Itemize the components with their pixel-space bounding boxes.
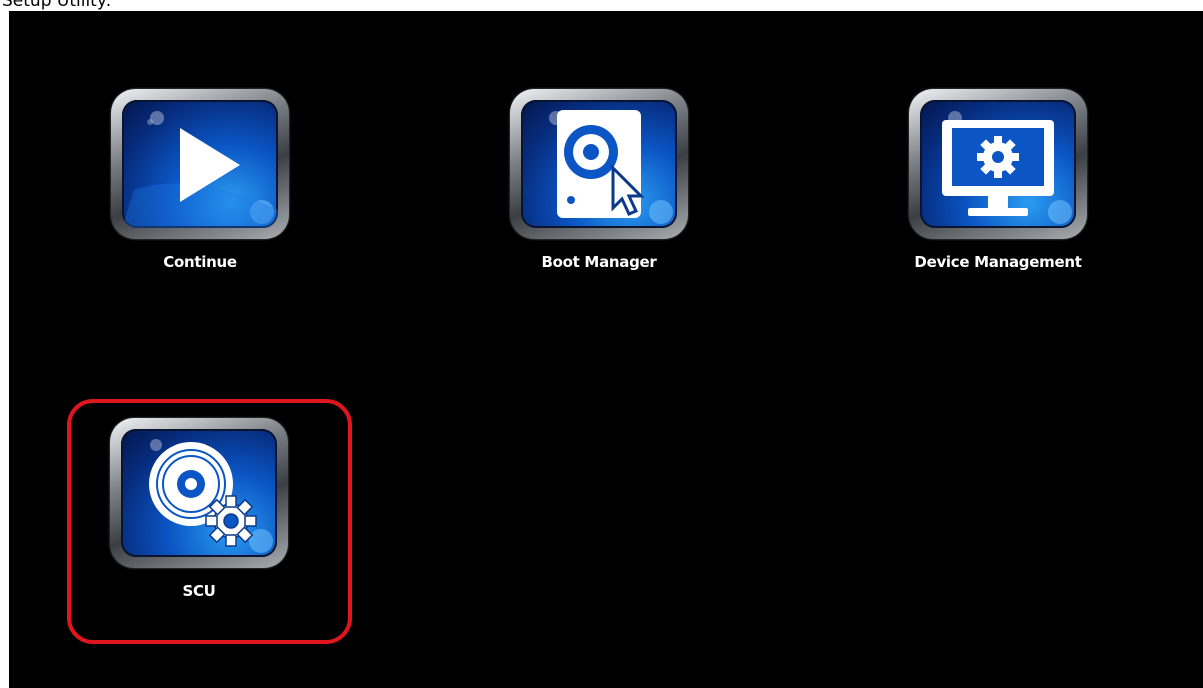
menu-item-label: Device Management	[914, 253, 1082, 271]
icon-frame	[510, 89, 688, 239]
setup-menu-screen: Continue Boot Manager Device Management …	[9, 11, 1203, 688]
menu-item-continue[interactable]: Continue	[105, 89, 295, 271]
selection-highlight	[67, 399, 352, 644]
page-caption: Setup Utility:	[2, 0, 112, 11]
menu-item-device-management[interactable]: Device Management	[903, 89, 1093, 271]
play-icon	[122, 100, 278, 228]
boot-drive-cursor-icon	[521, 100, 677, 228]
icon-frame	[909, 89, 1087, 239]
menu-item-label: Boot Manager	[541, 253, 657, 271]
icon-frame	[111, 89, 289, 239]
menu-item-boot-manager[interactable]: Boot Manager	[504, 89, 694, 271]
menu-item-label: Continue	[163, 253, 237, 271]
monitor-gear-icon	[920, 100, 1076, 228]
